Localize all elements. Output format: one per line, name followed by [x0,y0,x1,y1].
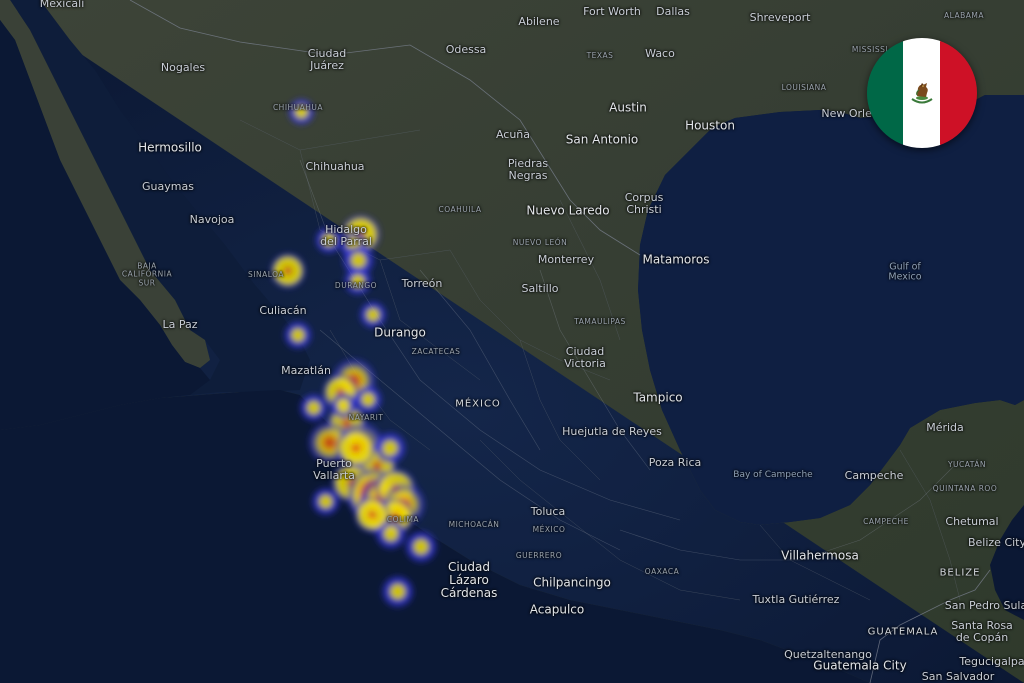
map-label-sinaloa: SINALOA [247,269,285,279]
map-label-oaxaca: OAXACA [644,566,680,576]
map-label-nuevo-leon: NUEVO LEÓN [512,237,568,247]
map-label-durango: Durango [374,325,426,340]
map-view[interactable]: Mexicali Odessa Abilene Fort Worth Dalla… [0,0,1024,683]
map-label-matamoros: Matamoros [642,252,710,267]
map-label-tegucigalpa: Tegucigalpa [959,654,1024,668]
heat-point-mazatlan [282,320,313,351]
map-label-nayarit: NAYARIT [348,412,384,422]
eagle-emblem-icon [911,83,933,104]
map-label-gulf-of-mexico: Gulf of Mexico [888,261,922,283]
map-label-acapulco: Acapulco [529,602,585,617]
map-label-chihuahua: Chihuahua [305,159,365,173]
map-label-guatemala-city: Guatemala City [813,658,907,673]
map-label-puerto-vallarta: Puerto Vallarta [313,456,355,482]
map-label-alabama: ALABAMA [944,10,984,20]
heat-point-oaxaca [380,574,415,609]
heat-point-coatzacoalcos [403,529,439,564]
map-label-fort-worth: Fort Worth [583,4,641,18]
map-label-belize-city: Belize City [967,535,1024,549]
map-label-shreveport: Shreveport [749,10,811,24]
map-label-saltillo: Saltillo [521,281,559,295]
map-label-guerrero: GUERRERO [515,550,563,560]
map-label-merida: Mérida [926,420,964,434]
map-label-michoacan: MICHOACÁN [448,519,500,529]
map-label-yucatan: YUCATÁN [947,459,987,469]
map-label-acuna: Acuña [495,127,531,141]
map-label-santa-rosa-de-copan: Santa Rosa de Copán [951,618,1013,644]
map-label-culiacan: Culiacán [259,303,307,317]
map-label-ciudad-victoria: Ciudad Victoria [564,344,606,370]
map-label-mexico-state: MÉXICO [532,524,566,534]
flag-red-stripe [940,38,977,148]
map-label-coahuila: COAHUILA [438,204,482,214]
map-label-mexicali: Mexicali [39,0,85,10]
map-label-la-paz: La Paz [162,317,198,331]
map-label-chilpancingo: Chilpancingo [533,575,611,590]
map-label-mexico: MÉXICO [455,398,501,410]
map-label-texas: TEXAS [586,50,614,60]
heat-point-cuernavaca [353,496,391,534]
map-label-poza-rica: Poza Rica [648,455,702,469]
map-label-hermosillo: Hermosillo [138,140,202,155]
map-label-bay-of-campeche: Bay of Campeche [733,470,813,481]
map-label-villahermosa: Villahermosa [781,548,859,563]
map-label-chetumal: Chetumal [945,514,999,528]
map-label-hidalgo-parral: Hidalgo del Parral [320,222,372,248]
map-label-colima: COLIMA [386,514,420,524]
map-label-ciudad-juarez: Ciudad Juárez [307,46,347,72]
map-label-guaymas: Guaymas [142,179,194,193]
heat-point-colima [310,486,341,517]
heat-point-tampico-inland [353,384,384,415]
map-label-houston: Houston [685,118,735,133]
map-label-mazatlan: Mazatlán [281,363,331,377]
heat-point-tepic [298,392,329,423]
map-label-belize: BELIZE [939,567,981,579]
map-label-san-pedro-sula: San Pedro Sula [944,598,1024,612]
map-label-ciudad-lazaro-cardenas: Ciudad Lázaro Cárdenas [440,560,498,601]
map-label-campeche: Campeche [844,468,904,482]
map-label-toluca: Toluca [530,504,566,518]
map-label-tamaulipas: TAMAULIPAS [574,316,626,326]
map-label-corpus-christi: Corpus Christi [624,190,664,216]
map-label-guatemala: GUATEMALA [867,626,939,638]
map-label-navojoa: Navojoa [189,212,235,226]
map-label-baja-california-sur: BAJA CALIFORNIA SUR [121,261,173,288]
map-label-campeche-state: CAMPECHE [863,516,909,526]
map-label-dallas: Dallas [656,4,690,18]
map-label-austin: Austin [609,100,647,115]
mexico-flag-icon [867,38,977,148]
map-label-nogales: Nogales [160,60,206,74]
map-label-huejutla: Huejutla de Reyes [562,424,662,438]
heat-point-poza-rica [372,430,408,466]
map-label-tuxtla-gutierrez: Tuxtla Gutiérrez [752,592,840,606]
map-label-chihuahua-state: CHIHUAHUA [272,102,324,112]
map-label-durango-state: DURANGO [334,280,378,290]
map-label-nuevo-laredo: Nuevo Laredo [526,203,610,218]
map-label-piedras-negras: Piedras Negras [507,156,549,182]
map-label-torreon: Torreón [401,276,443,290]
map-label-abilene: Abilene [518,14,560,28]
map-label-odessa: Odessa [445,42,487,56]
map-label-quintana-roo: QUINTANA ROO [932,483,998,493]
map-label-zacatecas: ZACATECAS [411,346,461,356]
flag-green-stripe [867,38,904,148]
map-label-san-salvador: San Salvador [921,669,995,683]
map-label-tampico: Tampico [633,390,683,405]
map-label-san-antonio: San Antonio [565,132,639,147]
map-label-louisiana: LOUISIANA [781,82,827,92]
map-label-monterrey: Monterrey [537,252,595,266]
map-label-waco: Waco [645,46,675,60]
